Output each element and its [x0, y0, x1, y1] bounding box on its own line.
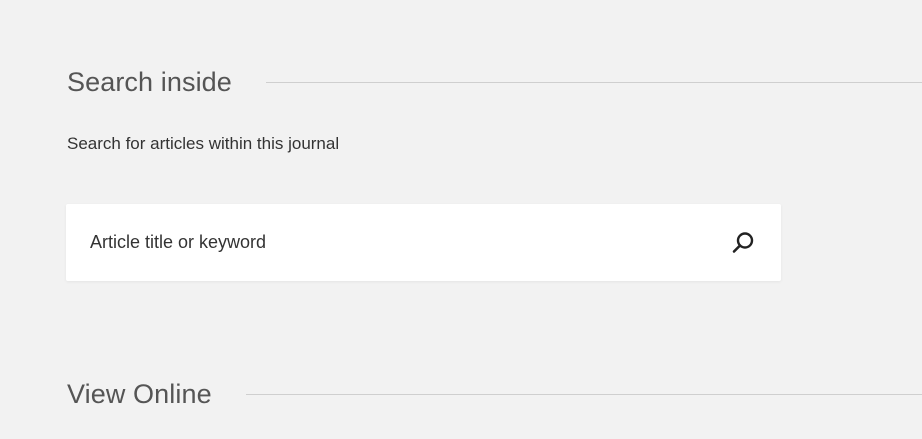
search-inside-subtitle: Search for articles within this journal: [67, 134, 340, 153]
search-inside-header: Search inside: [67, 64, 922, 100]
view-online-divider: [245, 393, 922, 395]
search-icon: [730, 230, 756, 256]
search-inside-title: Search inside: [67, 66, 232, 97]
search-submit-button[interactable]: [713, 204, 773, 281]
journal-search-input[interactable]: [66, 204, 713, 281]
view-online-header: View Online: [67, 376, 922, 412]
search-inside-divider: [265, 81, 922, 83]
view-online-title: View Online: [67, 378, 212, 409]
journal-search-form: [66, 204, 781, 281]
